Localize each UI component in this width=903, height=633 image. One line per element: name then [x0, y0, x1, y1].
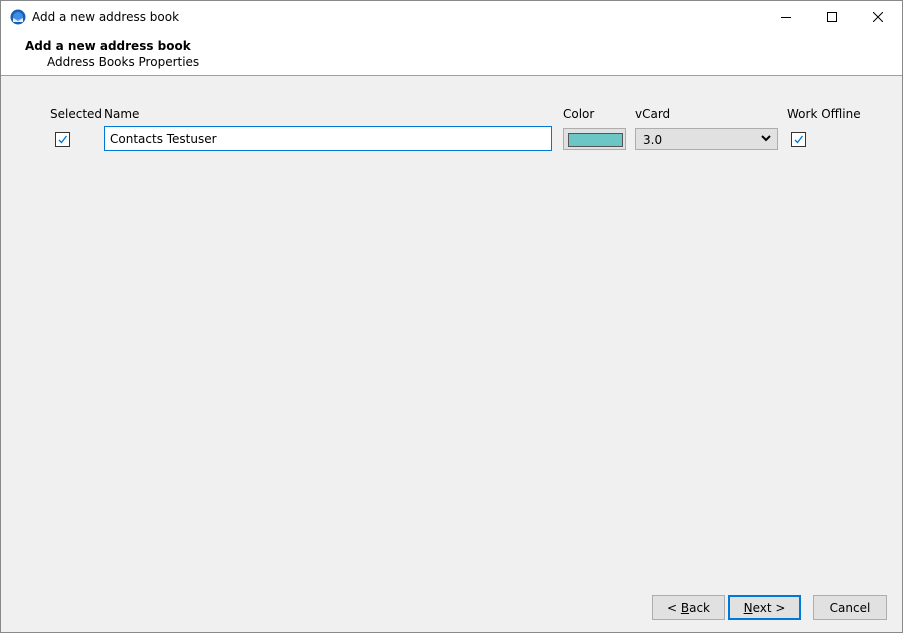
close-icon — [873, 12, 883, 22]
back-button-rest: ack — [689, 600, 710, 615]
selected-column-label: Selected — [50, 107, 103, 121]
next-button-rest: ext > — [752, 600, 786, 615]
minimize-icon — [781, 17, 791, 18]
wizard-header: Add a new address book Address Books Pro… — [1, 33, 902, 76]
vcard-column-label: vCard — [635, 107, 671, 121]
back-button-prefix: < — [666, 600, 681, 615]
back-button-accel: B — [680, 600, 690, 615]
next-button[interactable]: Next > — [728, 595, 801, 620]
color-swatch — [568, 133, 623, 147]
minimize-button[interactable] — [763, 1, 809, 33]
color-picker-button[interactable] — [563, 128, 626, 150]
thunderbird-icon — [10, 9, 26, 25]
checkmark-icon — [58, 135, 68, 144]
maximize-icon — [827, 12, 837, 22]
selected-checkbox[interactable] — [55, 132, 70, 147]
maximize-button[interactable] — [809, 1, 855, 33]
window-title: Add a new address book — [32, 10, 180, 24]
vcard-select-value: 3.0 — [643, 133, 663, 147]
name-input[interactable] — [104, 126, 552, 151]
wizard-title: Add a new address book — [25, 39, 191, 53]
title-bar: Add a new address book — [1, 1, 902, 33]
color-column-label: Color — [563, 107, 595, 121]
name-column-label: Name — [104, 107, 140, 121]
work-offline-checkbox[interactable] — [791, 132, 806, 147]
wizard-subtitle: Address Books Properties — [47, 55, 200, 69]
vcard-select[interactable]: 3.0 — [635, 128, 778, 150]
back-button[interactable]: < Back — [652, 595, 725, 620]
work-offline-column-label: Work Offline — [787, 107, 861, 121]
cancel-button[interactable]: Cancel — [813, 595, 887, 620]
next-button-accel: N — [743, 600, 753, 615]
dialog-window: Add a new address book Add a new address… — [0, 0, 903, 633]
close-button[interactable] — [855, 1, 901, 33]
chevron-down-icon — [761, 135, 771, 142]
checkmark-icon — [794, 135, 804, 144]
